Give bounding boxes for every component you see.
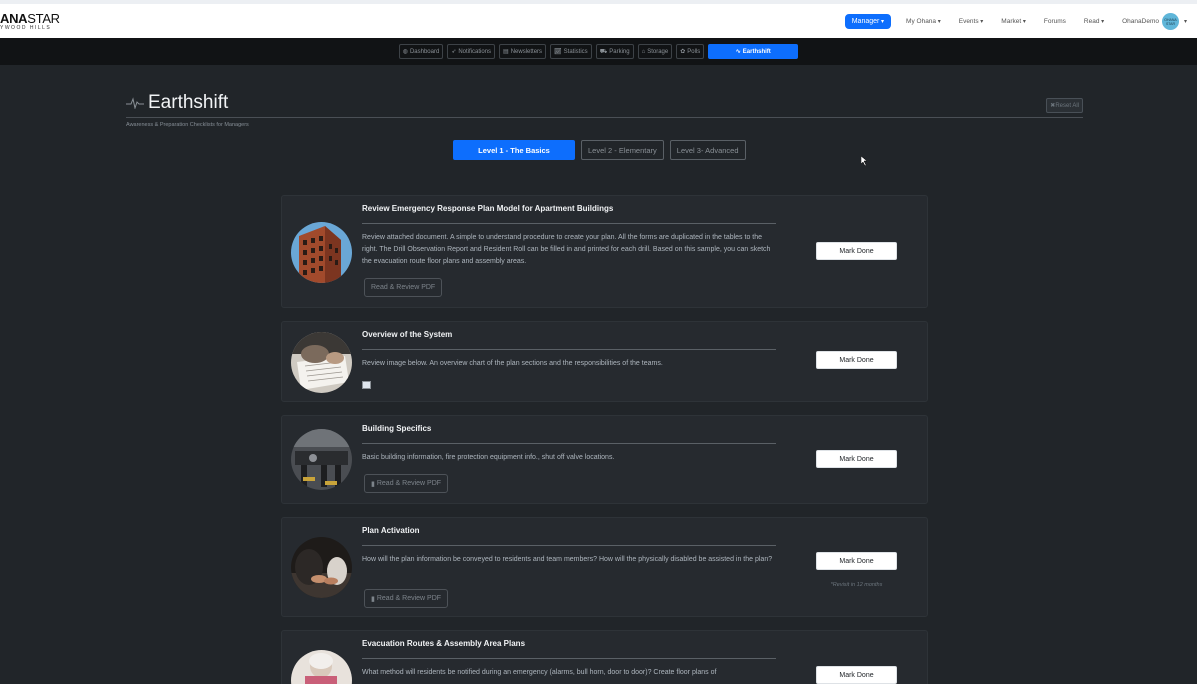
tab-notifications[interactable]: ➶ Notifications	[447, 44, 496, 59]
tab-parking-label: Parking	[609, 48, 630, 55]
user-menu-chevron-icon[interactable]: ▾	[1184, 18, 1187, 25]
page-subtitle: Awareness & Preparation Checklists for M…	[126, 122, 249, 128]
fire-equipment-photo	[291, 429, 352, 490]
card-title: Review Emergency Response Plan Model for…	[362, 204, 614, 213]
nav-my-ohana[interactable]: My Ohana	[897, 18, 950, 25]
car-icon: ⛟	[599, 48, 608, 55]
card-description: How will the plan information be conveye…	[362, 556, 773, 563]
file-pdf-icon: ▮	[371, 595, 375, 603]
card-divider	[362, 223, 776, 224]
page-header: Earthshift Awareness & Preparation Check…	[126, 90, 1083, 128]
tab-notifications-label: Notifications	[458, 48, 492, 55]
reset-all-label: Reset All	[1055, 103, 1079, 109]
reset-all-button[interactable]: ✖Reset All	[1046, 98, 1083, 113]
building-photo	[291, 222, 352, 283]
paperwork-photo	[291, 332, 352, 393]
checklist-card: Plan Activation How will the plan inform…	[281, 517, 928, 617]
nav-market[interactable]: Market	[992, 18, 1035, 25]
tab-dashboard-label: Dashboard	[409, 48, 440, 55]
card-divider	[362, 443, 776, 444]
page-title: Earthshift	[148, 92, 229, 113]
revisit-note: *Revisit in 12 months	[830, 582, 883, 588]
paper-plane-icon: ➶	[451, 49, 457, 55]
top-navbar: ANASTAR YWOOD HILLS Manager My Ohana Eve…	[0, 0, 1197, 38]
heartbeat-icon	[126, 97, 144, 109]
card-description: Basic building information, fire protect…	[362, 454, 615, 461]
mark-done-button[interactable]: Mark Done	[816, 450, 897, 468]
card-divider	[362, 349, 776, 350]
mark-done-button[interactable]: Mark Done	[816, 351, 897, 369]
card-divider	[362, 545, 776, 546]
read-review-pdf-button[interactable]: Read & Review PDF	[364, 278, 443, 297]
pulse-icon: ∿	[735, 49, 741, 55]
tab-level-3[interactable]: Level 3- Advanced	[669, 140, 746, 160]
read-review-pdf-button[interactable]: ▮ Read & Review PDF	[364, 474, 449, 493]
user-avatar[interactable]: OHANA STAR	[1161, 13, 1179, 30]
logo-subtitle: YWOOD HILLS	[0, 25, 52, 31]
tab-storage[interactable]: ⌂ Storage	[637, 44, 673, 59]
dashboard-icon: ◍	[402, 49, 408, 55]
card-description: What method will residents be notified d…	[362, 669, 717, 676]
checklist-card: Evacuation Routes & Assembly Area Plans …	[281, 630, 928, 684]
elderly-people-photo	[291, 650, 352, 684]
tab-statistics[interactable]: 📈︎ Statistics	[550, 44, 592, 59]
warehouse-icon: ⌂	[641, 48, 646, 55]
tab-polls-label: Polls	[687, 48, 701, 55]
pdf-button-label: Read & Review PDF	[376, 480, 442, 487]
inbox-icon: ▤	[503, 49, 509, 55]
chart-icon: 📈︎	[554, 49, 562, 55]
card-title: Plan Activation	[362, 526, 420, 535]
mark-done-button[interactable]: Mark Done	[816, 242, 897, 260]
palette-icon: ✿	[680, 49, 686, 55]
tab-statistics-label: Statistics	[563, 48, 588, 55]
tab-earthshift[interactable]: ∿ Earthshift	[708, 44, 799, 59]
card-title: Evacuation Routes & Assembly Area Plans	[362, 639, 526, 648]
header-divider	[126, 117, 1083, 118]
nav-user-name[interactable]: OhanaDemo	[1113, 18, 1159, 25]
tab-newsletters-label: Newsletters	[510, 48, 543, 55]
brand-logo[interactable]: ANASTAR YWOOD HILLS	[0, 11, 60, 31]
tab-level-2[interactable]: Level 2 - Elementary	[581, 140, 664, 160]
checklist-card: Overview of the System Review image belo…	[281, 321, 928, 402]
mark-done-button[interactable]: Mark Done	[816, 666, 897, 684]
mark-done-button[interactable]: Mark Done	[816, 552, 897, 570]
logo-brand-bold: ANA	[0, 11, 28, 26]
card-description: Review image below. An overview chart of…	[362, 360, 663, 367]
nav-read[interactable]: Read	[1075, 18, 1113, 25]
broken-image-icon	[362, 381, 371, 389]
checklist-card: Review Emergency Response Plan Model for…	[281, 195, 928, 308]
manager-dropdown-button[interactable]: Manager	[844, 14, 892, 29]
checklist-card: Building Specifics Basic building inform…	[281, 415, 928, 504]
pdf-button-label: Read & Review PDF	[376, 595, 442, 602]
nav-forums[interactable]: Forums	[1035, 18, 1075, 25]
tab-earthshift-label: Earthshift	[742, 48, 771, 55]
manager-subnav: ◍ Dashboard ➶ Notifications ▤ Newsletters 📈…	[0, 38, 1197, 65]
nav-events[interactable]: Events	[950, 18, 993, 25]
meeting-photo	[291, 537, 352, 598]
main-menu: Manager My Ohana Events Market Forums Re…	[844, 13, 1187, 30]
level-tabs: Level 1 - The Basics Level 2 - Elementar…	[453, 140, 746, 160]
tab-polls[interactable]: ✿ Polls	[676, 44, 705, 59]
card-title: Building Specifics	[362, 424, 432, 433]
card-divider	[362, 658, 776, 659]
card-title: Overview of the System	[362, 330, 453, 339]
tab-storage-label: Storage	[647, 48, 669, 55]
logo-brand-rest: STAR	[27, 11, 60, 26]
tab-level-1[interactable]: Level 1 - The Basics	[453, 140, 575, 160]
tab-newsletters[interactable]: ▤ Newsletters	[499, 44, 547, 59]
tab-dashboard[interactable]: ◍ Dashboard	[398, 44, 444, 59]
file-pdf-icon: ▮	[371, 480, 375, 488]
read-review-pdf-button[interactable]: ▮ Read & Review PDF	[364, 589, 449, 608]
tab-parking[interactable]: ⛟ Parking	[595, 44, 634, 59]
card-description: Review attached document. A simple to un…	[362, 234, 771, 265]
